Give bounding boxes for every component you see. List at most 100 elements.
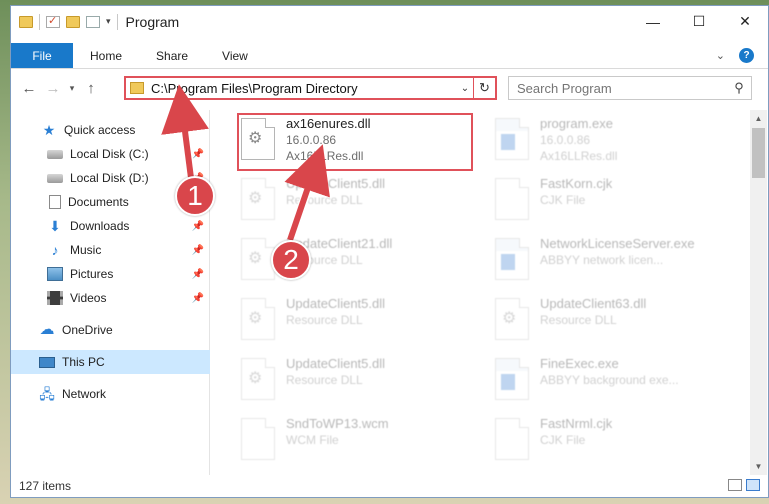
sidebar-item-videos[interactable]: Videos 📌 <box>11 286 210 310</box>
file-name: UpdateClient5.dll <box>286 356 386 371</box>
large-icons-view-icon[interactable] <box>746 479 760 491</box>
dll-file-icon: ⚙ <box>241 298 275 340</box>
new-folder-icon[interactable] <box>66 15 80 28</box>
toolbar-divider <box>116 13 118 30</box>
close-button[interactable]: ✕ <box>722 6 768 37</box>
file-type: Resource DLL <box>540 313 617 327</box>
recent-locations-dropdown-icon[interactable]: ▾ <box>65 83 79 94</box>
tab-share[interactable]: Share <box>139 43 205 68</box>
disk-icon <box>47 149 63 159</box>
file-item[interactable]: ⚙ UpdateClient5.dll Resource DLL <box>239 296 479 352</box>
item-count: 127 items <box>19 479 72 493</box>
file-name: NetworkLicenseServer.exe <box>540 236 695 251</box>
sidebar-item-local-disk-c[interactable]: Local Disk (C:) 📌 <box>11 142 210 166</box>
minimize-button[interactable]: — <box>630 6 676 37</box>
properties-check-icon[interactable] <box>46 14 60 28</box>
scroll-up-icon[interactable]: ▲ <box>750 110 767 127</box>
tab-home[interactable]: Home <box>73 43 139 68</box>
file-list: ⚙ ax16enures.dll 16.0.0.86 Ax16LLRes.dll… <box>211 110 750 475</box>
maximize-button[interactable]: ☐ <box>676 6 722 37</box>
refresh-icon[interactable]: ↻ <box>473 78 495 98</box>
pin-icon[interactable]: 📌 <box>192 269 204 280</box>
sidebar-item-label: OneDrive <box>62 323 113 337</box>
file-item[interactable]: ⚙ UpdateClient63.dll Resource DLL <box>493 296 733 352</box>
file-name: UpdateClient5.dll <box>286 296 386 311</box>
file-name: FastKorn.cjk <box>540 176 613 191</box>
sidebar-item-music[interactable]: ♪ Music 📌 <box>11 238 210 262</box>
expand-ribbon-icon[interactable]: ⌄ <box>716 49 725 62</box>
document-icon <box>49 195 61 209</box>
sidebar-item-label: Quick access <box>64 123 136 137</box>
properties-icon[interactable] <box>86 15 100 28</box>
file-item[interactable]: FastNrml.cjk CJK File <box>493 416 733 472</box>
sidebar-item-network[interactable]: 🖧 Network <box>11 382 210 406</box>
dll-file-icon: ⚙ <box>241 358 275 400</box>
file-type: CJK File <box>540 433 586 447</box>
view-toggles <box>728 479 760 491</box>
up-button[interactable]: ↑ <box>79 76 103 100</box>
forward-button[interactable]: → <box>41 76 65 100</box>
sidebar-item-label: Network <box>62 387 107 401</box>
file-item[interactable]: NetworkLicenseServer.exe ABBYY network l… <box>493 236 733 292</box>
sidebar-item-pictures[interactable]: Pictures 📌 <box>11 262 210 286</box>
file-item[interactable]: SndToWP13.wcm WCM File <box>239 416 479 472</box>
download-icon: ⬇ <box>49 218 61 234</box>
file-description: Ax16LLRes.dll <box>540 149 618 163</box>
address-path[interactable]: C:\Program Files\Program Directory <box>151 81 457 96</box>
exe-file-icon <box>495 238 529 280</box>
file-name: FastNrml.cjk <box>540 416 613 431</box>
file-name: program.exe <box>540 116 613 131</box>
file-type: WCM File <box>286 433 339 447</box>
details-view-icon[interactable] <box>728 479 742 491</box>
tab-view[interactable]: View <box>205 43 265 68</box>
file-type: Resource DLL <box>286 193 363 207</box>
sidebar-item-label: Downloads <box>70 219 130 233</box>
vertical-scrollbar[interactable]: ▲ ▼ <box>750 110 767 475</box>
sidebar-item-this-pc[interactable]: This PC <box>11 350 210 374</box>
sidebar-item-onedrive[interactable]: ☁ OneDrive <box>11 318 210 342</box>
folder-icon[interactable] <box>19 15 33 28</box>
sidebar-item-quick-access[interactable]: ★ Quick access <box>11 118 210 142</box>
scroll-down-icon[interactable]: ▼ <box>750 458 767 475</box>
tab-file[interactable]: File <box>11 43 73 68</box>
customize-toolbar-dropdown-icon[interactable]: ▾ <box>106 16 111 27</box>
title-bar: ▾ Program — ☐ ✕ <box>11 6 768 37</box>
help-icon[interactable]: ? <box>739 48 754 63</box>
file-item[interactable]: FastKorn.cjk CJK File <box>493 176 733 232</box>
file-item[interactable]: FineExec.exe ABBYY background exe... <box>493 356 733 412</box>
ribbon-tabs: File Home Share View ⌄ ? <box>11 43 768 69</box>
window-title: Program <box>125 13 180 30</box>
sidebar-item-label: Videos <box>70 291 107 305</box>
file-icon <box>241 418 275 460</box>
search-box[interactable]: ⚲ <box>508 76 752 100</box>
sidebar-item-label: Pictures <box>70 267 114 281</box>
address-dropdown-icon[interactable]: ⌄ <box>457 83 473 94</box>
search-input[interactable] <box>517 80 727 96</box>
pin-icon[interactable]: 📌 <box>192 293 204 304</box>
file-type: Resource DLL <box>286 373 363 387</box>
pin-icon[interactable]: 📌 <box>192 221 204 232</box>
file-icon <box>495 418 529 460</box>
scroll-thumb[interactable] <box>752 128 765 178</box>
file-name: UpdateClient5.dll <box>286 176 386 191</box>
file-name: SndToWP13.wcm <box>286 416 389 431</box>
disk-icon <box>47 173 63 183</box>
file-name: UpdateClient63.dll <box>540 296 647 311</box>
file-item[interactable]: ⚙ UpdateClient5.dll Resource DLL <box>239 176 479 232</box>
window-controls: — ☐ ✕ <box>630 6 768 37</box>
search-icon[interactable]: ⚲ <box>727 80 751 96</box>
pin-icon[interactable]: 📌 <box>192 149 204 160</box>
pin-icon[interactable]: 📌 <box>192 245 204 256</box>
star-icon: ★ <box>42 122 56 138</box>
file-item[interactable]: program.exe 16.0.0.86 Ax16LLRes.dll <box>493 116 733 172</box>
back-button[interactable]: ← <box>17 76 41 100</box>
file-type: ABBYY network licen... <box>540 253 664 267</box>
file-item[interactable]: ⚙ UpdateClient5.dll Resource DLL <box>239 356 479 412</box>
sidebar-item-downloads[interactable]: ⬇ Downloads 📌 <box>11 214 210 238</box>
folder-icon <box>130 82 144 94</box>
explorer-window: ▾ Program — ☐ ✕ File Home Share View ⌄ ?… <box>10 5 769 498</box>
cloud-icon: ☁ <box>39 321 55 338</box>
file-name: FineExec.exe <box>540 356 619 371</box>
videos-icon <box>47 291 63 305</box>
address-bar[interactable]: C:\Program Files\Program Directory ⌄ ↻ <box>124 76 497 100</box>
